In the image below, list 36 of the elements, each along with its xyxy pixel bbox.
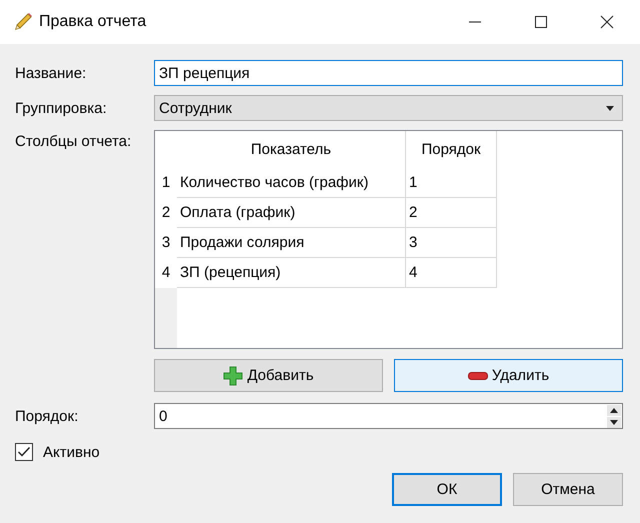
close-icon[interactable] — [600, 15, 614, 29]
grouping-dropdown[interactable]: Сотрудник — [154, 95, 623, 121]
table-cell[interactable]: Оплата (график) — [177, 198, 406, 228]
checkbox[interactable] — [15, 443, 33, 461]
remove-button[interactable]: Удалить — [394, 359, 623, 392]
field-label: Столбцы отчета: — [15, 132, 132, 150]
row-number: 3 — [155, 228, 177, 258]
field-label: Порядок: — [15, 408, 80, 424]
row-header-background — [155, 288, 177, 348]
dialog-button[interactable]: Отмена — [513, 473, 623, 506]
table-cell[interactable]: 3 — [406, 228, 497, 258]
table-cell[interactable]: ЗП (рецепция) — [177, 258, 406, 288]
row-number: 2 — [155, 198, 177, 228]
checkbox-label: Активно — [43, 444, 100, 460]
maximize-icon[interactable] — [534, 15, 548, 29]
spin-down-icon[interactable] — [607, 416, 621, 428]
dialog-button[interactable]: ОК — [392, 473, 502, 506]
column-header[interactable]: Показатель — [177, 131, 406, 168]
dropdown-arrow-icon — [606, 106, 614, 110]
table-cell[interactable]: Продажи солярия — [177, 228, 406, 258]
column-header[interactable]: Порядок — [406, 131, 497, 168]
pencil-icon — [13, 12, 33, 32]
minus-icon — [468, 372, 488, 380]
name-input-field[interactable]: ЗП рецепция — [154, 60, 623, 86]
table-cell[interactable]: 4 — [406, 258, 497, 288]
table-cell[interactable]: Количество часов (график) — [177, 168, 406, 198]
row-number: 1 — [155, 168, 177, 198]
add-button[interactable]: Добавить — [154, 359, 383, 392]
field-label: Название: — [15, 64, 88, 82]
table-cell[interactable]: 1 — [406, 168, 497, 198]
spin-up-icon[interactable] — [607, 404, 621, 416]
window-title: Правка отчета — [39, 13, 146, 31]
plus-icon — [223, 366, 244, 386]
table-cell[interactable]: 2 — [406, 198, 497, 228]
order-spin-field[interactable]: 0 — [154, 403, 623, 429]
field-label: Группировка: — [15, 100, 108, 116]
